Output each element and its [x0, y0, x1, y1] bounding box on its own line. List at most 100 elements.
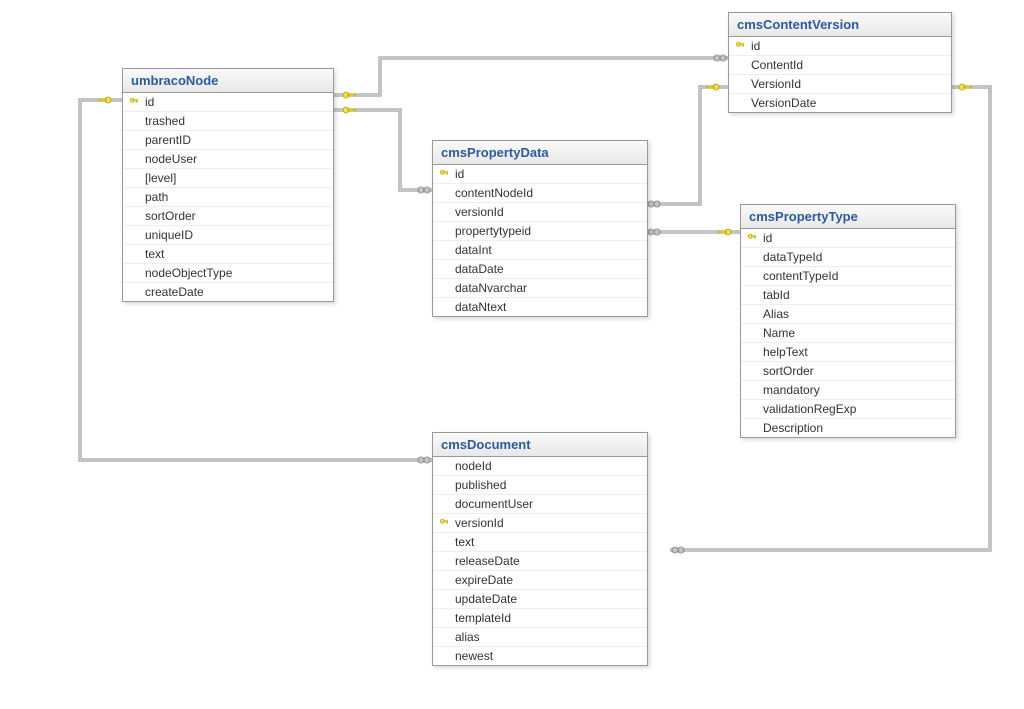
column-row[interactable]: VersionDate: [729, 94, 951, 112]
column-row[interactable]: alias: [433, 628, 647, 647]
column-name: propertytypeid: [451, 224, 531, 238]
column-name: ContentId: [747, 58, 803, 72]
table-cmsPropertyData[interactable]: cmsPropertyData idcontentNodeIdversionId…: [432, 140, 648, 317]
column-name: sortOrder: [759, 364, 814, 378]
key-cell: [437, 169, 451, 179]
column-row[interactable]: text: [123, 245, 333, 264]
table-title: cmsContentVersion: [729, 13, 951, 37]
column-name: createDate: [141, 285, 204, 299]
table-title: cmsPropertyType: [741, 205, 955, 229]
column-name: alias: [451, 630, 480, 644]
column-row[interactable]: versionId: [433, 514, 647, 533]
column-name: expireDate: [451, 573, 513, 587]
column-row[interactable]: helpText: [741, 343, 955, 362]
column-row[interactable]: releaseDate: [433, 552, 647, 571]
column-name: updateDate: [451, 592, 517, 606]
column-name: Description: [759, 421, 823, 435]
column-name: [level]: [141, 171, 176, 185]
column-name: tabId: [759, 288, 790, 302]
column-row[interactable]: propertytypeid: [433, 222, 647, 241]
column-row[interactable]: id: [433, 165, 647, 184]
column-row[interactable]: uniqueID: [123, 226, 333, 245]
primary-key-icon: [735, 41, 745, 51]
table-cmsDocument[interactable]: cmsDocument nodeId published documentUser v…: [432, 432, 648, 666]
column-name: text: [141, 247, 164, 261]
column-row[interactable]: versionId: [433, 203, 647, 222]
column-row[interactable]: newest: [433, 647, 647, 665]
column-row[interactable]: tabId: [741, 286, 955, 305]
column-name: nodeId: [451, 459, 492, 473]
column-row[interactable]: nodeUser: [123, 150, 333, 169]
column-name: parentID: [141, 133, 191, 147]
column-row[interactable]: Alias: [741, 305, 955, 324]
column-row[interactable]: dataInt: [433, 241, 647, 260]
column-row[interactable]: trashed: [123, 112, 333, 131]
column-row[interactable]: dataDate: [433, 260, 647, 279]
table-cmsPropertyType[interactable]: cmsPropertyType id dataTypeId contentTypeI…: [740, 204, 956, 438]
column-name: trashed: [141, 114, 185, 128]
column-name: dataDate: [451, 262, 504, 276]
column-name: nodeObjectType: [141, 266, 232, 280]
column-name: documentUser: [451, 497, 533, 511]
column-row[interactable]: updateDate: [433, 590, 647, 609]
column-name: dataInt: [451, 243, 492, 257]
table-columns: id ContentId VersionId VersionDate: [729, 37, 951, 112]
column-name: VersionDate: [747, 96, 816, 110]
column-name: text: [451, 535, 474, 549]
column-row[interactable]: dataNvarchar: [433, 279, 647, 298]
column-row[interactable]: Description: [741, 419, 955, 437]
column-row[interactable]: Name: [741, 324, 955, 343]
column-row[interactable]: createDate: [123, 283, 333, 301]
table-columns: id trashed parentID nodeUser [level] path sort…: [123, 93, 333, 301]
column-name: helpText: [759, 345, 808, 359]
table-title: umbracoNode: [123, 69, 333, 93]
column-name: dataTypeId: [759, 250, 822, 264]
column-row[interactable]: contentTypeId: [741, 267, 955, 286]
column-row[interactable]: nodeId: [433, 457, 647, 476]
key-cell: [745, 233, 759, 243]
column-name: id: [759, 231, 772, 245]
column-name: releaseDate: [451, 554, 520, 568]
primary-key-icon: [747, 233, 757, 243]
column-row[interactable]: nodeObjectType: [123, 264, 333, 283]
column-name: contentNodeId: [451, 186, 533, 200]
table-title: cmsDocument: [433, 433, 647, 457]
column-row[interactable]: dataTypeId: [741, 248, 955, 267]
column-row[interactable]: text: [433, 533, 647, 552]
column-name: templateId: [451, 611, 511, 625]
column-row[interactable]: sortOrder: [123, 207, 333, 226]
column-row[interactable]: VersionId: [729, 75, 951, 94]
column-name: validationRegExp: [759, 402, 856, 416]
table-columns: id contentNodeId versionId propertytypeid da…: [433, 165, 647, 316]
column-name: id: [747, 39, 760, 53]
key-cell: [127, 97, 141, 107]
column-row[interactable]: dataNtext: [433, 298, 647, 316]
column-row[interactable]: expireDate: [433, 571, 647, 590]
column-row[interactable]: documentUser: [433, 495, 647, 514]
column-name: path: [141, 190, 168, 204]
column-row[interactable]: templateId: [433, 609, 647, 628]
column-row[interactable]: id: [729, 37, 951, 56]
column-row[interactable]: mandatory: [741, 381, 955, 400]
column-row[interactable]: sortOrder: [741, 362, 955, 381]
column-row[interactable]: validationRegExp: [741, 400, 955, 419]
column-row[interactable]: id: [123, 93, 333, 112]
column-row[interactable]: [level]: [123, 169, 333, 188]
column-row[interactable]: contentNodeId: [433, 184, 647, 203]
column-row[interactable]: parentID: [123, 131, 333, 150]
column-name: versionId: [451, 516, 504, 530]
column-row[interactable]: published: [433, 476, 647, 495]
column-row[interactable]: id: [741, 229, 955, 248]
column-row[interactable]: ContentId: [729, 56, 951, 75]
key-cell: [733, 41, 747, 51]
column-name: dataNvarchar: [451, 281, 527, 295]
column-name: uniqueID: [141, 228, 193, 242]
column-name: mandatory: [759, 383, 820, 397]
table-umbracoNode[interactable]: umbracoNode id trashed parentID nodeUser [le…: [122, 68, 334, 302]
table-cmsContentVersion[interactable]: cmsContentVersion id ContentId VersionId Ve…: [728, 12, 952, 113]
column-row[interactable]: path: [123, 188, 333, 207]
primary-key-icon: [439, 169, 449, 179]
column-name: Name: [759, 326, 795, 340]
column-name: newest: [451, 649, 493, 663]
column-name: Alias: [759, 307, 789, 321]
